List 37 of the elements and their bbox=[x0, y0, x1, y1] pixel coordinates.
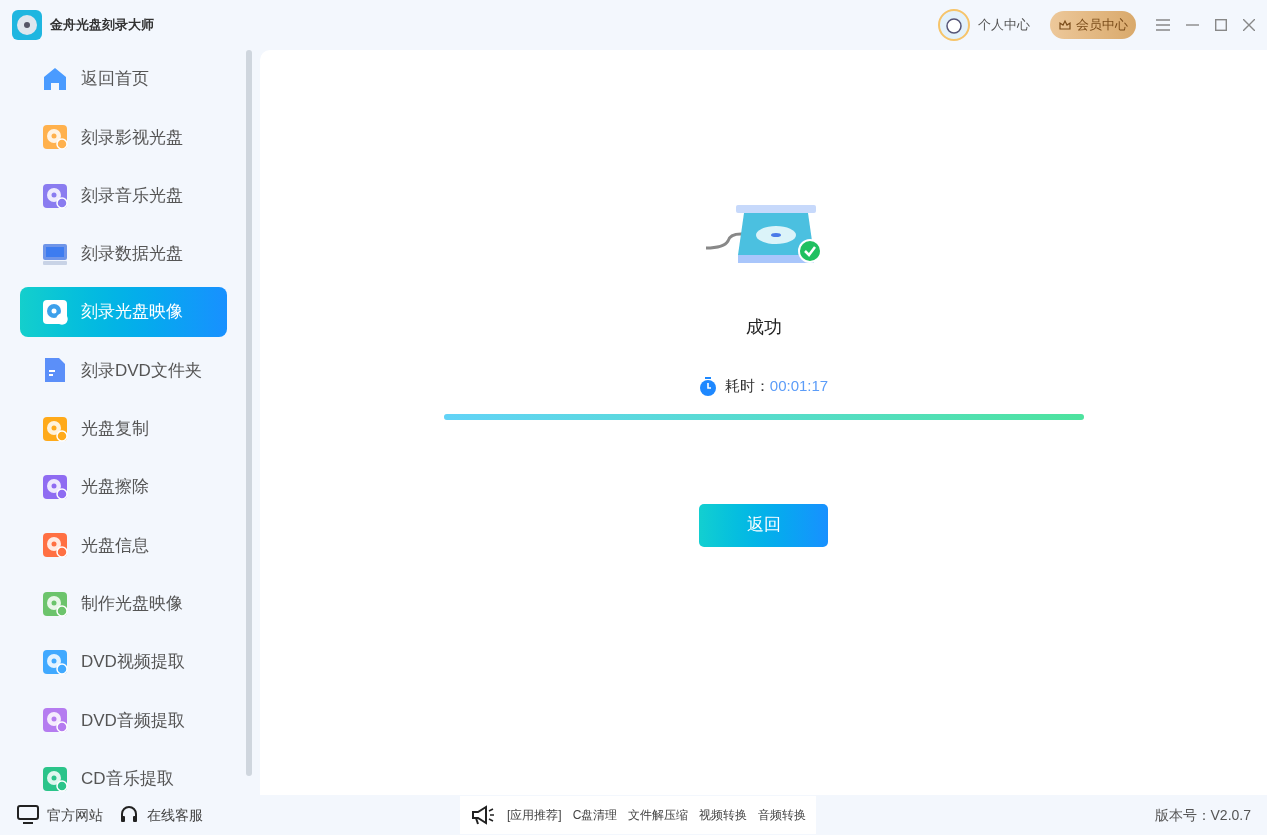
user-center-link[interactable]: 个人中心 bbox=[978, 15, 1030, 35]
sidebar-item[interactable]: 刻录音乐光盘 bbox=[20, 170, 227, 221]
close-icon[interactable] bbox=[1243, 19, 1255, 31]
sidebar-item[interactable]: CD音乐提取 bbox=[20, 753, 227, 804]
status-text: 成功 bbox=[745, 316, 782, 339]
scrollbar[interactable] bbox=[246, 50, 252, 776]
avatar-icon bbox=[938, 9, 970, 41]
sidebar-item[interactable]: 刻录数据光盘 bbox=[20, 228, 227, 279]
version-text: 版本号：V2.0.7 bbox=[1154, 805, 1252, 825]
sidebar-item[interactable]: 制作光盘映像 bbox=[20, 578, 227, 629]
sidebar-item[interactable]: 光盘擦除 bbox=[20, 462, 227, 513]
disc-logo-icon bbox=[12, 10, 42, 40]
menu-icon[interactable] bbox=[1156, 19, 1170, 31]
sidebar-item[interactable]: 光盘复制 bbox=[20, 403, 227, 454]
monitor-icon bbox=[17, 805, 39, 825]
headset-icon bbox=[119, 805, 139, 825]
recommended-app-link[interactable]: 音频转换 bbox=[758, 806, 807, 824]
vip-center-button[interactable]: 会员中心 bbox=[1050, 11, 1136, 39]
sidebar-item[interactable]: 刻录DVD文件夹 bbox=[20, 345, 227, 396]
sidebar-item[interactable]: DVD视频提取 bbox=[20, 636, 227, 687]
sidebar-item[interactable]: 刻录影视光盘 bbox=[20, 112, 227, 163]
window-title: 金舟光盘刻录大师 bbox=[50, 16, 154, 35]
elapsed-label: 耗时： bbox=[724, 376, 770, 396]
sidebar-item[interactable]: DVD音频提取 bbox=[20, 695, 227, 746]
recommended-app-link[interactable]: C盘清理 bbox=[572, 806, 618, 824]
customer-service-link[interactable]: 在线客服 bbox=[147, 804, 203, 826]
recommended-app-link[interactable]: 文件解压缩 bbox=[628, 806, 689, 824]
maximize-icon[interactable] bbox=[1215, 19, 1227, 31]
sidebar-item[interactable]: 光盘信息 bbox=[20, 520, 227, 571]
recommend-label: [应用推荐] bbox=[507, 807, 562, 824]
megaphone-icon bbox=[470, 804, 496, 826]
sidebar-item[interactable]: 返回首页 bbox=[20, 54, 227, 104]
stopwatch-icon bbox=[698, 376, 717, 396]
recommended-app-link[interactable]: 视频转换 bbox=[699, 806, 748, 824]
official-site-link[interactable]: 官方网站 bbox=[47, 804, 103, 826]
crown-icon bbox=[1058, 18, 1072, 32]
elapsed-time: 00:01:17 bbox=[769, 376, 829, 396]
